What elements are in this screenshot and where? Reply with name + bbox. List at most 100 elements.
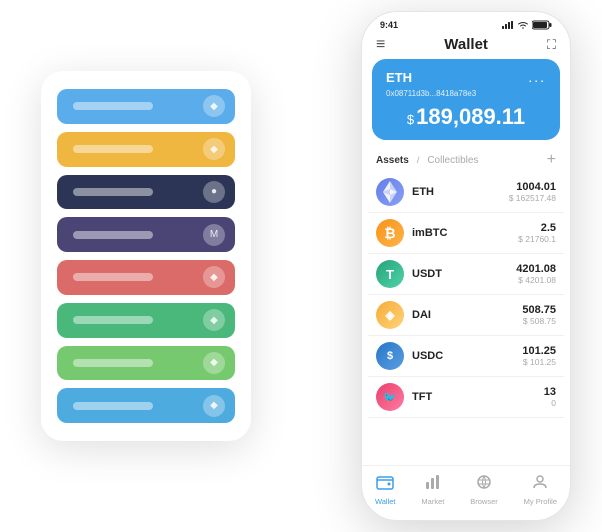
phone-header: ≡ Wallet ⛶ <box>362 34 570 59</box>
asset-tft-amount: 13 <box>544 386 556 398</box>
asset-usdc-values: 101.25 $ 101.25 <box>522 345 556 367</box>
asset-item-tft[interactable]: 🐦 TFT 13 0 <box>368 377 564 418</box>
tft-logo: 🐦 <box>376 383 404 411</box>
asset-usdc-usd: $ 101.25 <box>522 357 556 367</box>
market-nav-label: Market <box>421 497 444 506</box>
tft-icon: 🐦 <box>383 391 397 404</box>
back-card-5: ◆ <box>57 303 235 338</box>
asset-eth-values: 1004.01 $ 162517.48 <box>509 181 556 203</box>
card-line <box>73 273 153 281</box>
market-nav-icon <box>424 474 442 495</box>
asset-imbtc-usd: $ 21760.1 <box>518 234 556 244</box>
usdc-icon: $ <box>387 350 393 362</box>
asset-tft-usd: 0 <box>544 398 556 408</box>
asset-item-imbtc[interactable]: ₿ imBTC 2.5 $ 21760.1 <box>368 213 564 254</box>
status-icons <box>502 20 552 30</box>
usdt-icon: T <box>386 267 394 282</box>
back-card-1: ◆ <box>57 132 235 167</box>
browser-nav-icon <box>475 474 493 495</box>
asset-dai-name: DAI <box>412 309 522 321</box>
asset-usdt-name: USDT <box>412 268 516 280</box>
nav-wallet[interactable]: Wallet <box>375 474 396 506</box>
asset-tft-name: TFT <box>412 391 544 403</box>
expand-icon[interactable]: ⛶ <box>547 37 556 53</box>
card-icon: ◆ <box>203 266 225 288</box>
tab-collectibles[interactable]: Collectibles <box>427 155 478 166</box>
asset-usdt-usd: $ 4201.08 <box>516 275 556 285</box>
nav-market[interactable]: Market <box>421 474 444 506</box>
back-card-2: ● <box>57 175 235 210</box>
asset-usdt-amount: 4201.08 <box>516 263 556 275</box>
asset-imbtc-values: 2.5 $ 21760.1 <box>518 222 556 244</box>
menu-icon[interactable]: ≡ <box>376 37 385 53</box>
asset-dai-amount: 508.75 <box>522 304 556 316</box>
profile-nav-label: My Profile <box>524 497 557 506</box>
asset-tft-values: 13 0 <box>544 386 556 408</box>
eth-card-balance: $189,089.11 <box>386 104 546 130</box>
eth-card[interactable]: ETH ... 0x08711d3b...8418a78e3 $189,089.… <box>372 59 560 140</box>
tab-assets[interactable]: Assets <box>376 155 409 166</box>
dai-icon: ◈ <box>385 308 394 322</box>
card-line <box>73 316 153 324</box>
asset-tft-info: TFT <box>412 391 544 403</box>
phone: 9:41 <box>361 11 571 521</box>
asset-usdt-info: USDT <box>412 268 516 280</box>
card-icon: ◆ <box>203 138 225 160</box>
imbtc-icon: ₿ <box>384 225 395 241</box>
asset-eth-name: ETH <box>412 186 509 198</box>
tab-separator: / <box>417 155 420 165</box>
asset-dai-info: DAI <box>412 309 522 321</box>
asset-list: ETH 1004.01 $ 162517.48 ₿ imBTC 2.5 $ 21… <box>362 172 570 465</box>
assets-tabs: Assets / Collectibles <box>376 155 478 166</box>
nav-browser[interactable]: Browser <box>470 474 498 506</box>
asset-item-usdc[interactable]: $ USDC 101.25 $ 101.25 <box>368 336 564 377</box>
add-asset-icon[interactable]: + <box>547 152 556 168</box>
asset-dai-values: 508.75 $ 508.75 <box>522 304 556 326</box>
card-line <box>73 102 153 110</box>
asset-usdt-values: 4201.08 $ 4201.08 <box>516 263 556 285</box>
card-icon: ● <box>203 181 225 203</box>
wifi-icon <box>518 21 528 29</box>
imbtc-logo: ₿ <box>376 219 404 247</box>
scene: ◆ ◆ ● M ◆ ◆ ◆ ◆ 9:41 <box>11 11 591 521</box>
asset-eth-amount: 1004.01 <box>509 181 556 193</box>
asset-item-usdt[interactable]: T USDT 4201.08 $ 4201.08 <box>368 254 564 295</box>
asset-usdc-name: USDC <box>412 350 522 362</box>
asset-usdc-amount: 101.25 <box>522 345 556 357</box>
time-label: 9:41 <box>380 20 398 30</box>
asset-eth-info: ETH <box>412 186 509 198</box>
card-line <box>73 402 153 410</box>
card-icon: ◆ <box>203 395 225 417</box>
card-icon: ◆ <box>203 352 225 374</box>
eth-card-address: 0x08711d3b...8418a78e3 <box>386 89 546 98</box>
card-icon: ◆ <box>203 95 225 117</box>
dai-logo: ◈ <box>376 301 404 329</box>
status-bar: 9:41 <box>362 12 570 34</box>
asset-item-dai[interactable]: ◈ DAI 508.75 $ 508.75 <box>368 295 564 336</box>
wallet-title: Wallet <box>444 36 488 53</box>
back-card-6: ◆ <box>57 346 235 381</box>
asset-imbtc-info: imBTC <box>412 227 518 239</box>
back-card-7: ◆ <box>57 388 235 423</box>
card-icon: ◆ <box>203 309 225 331</box>
asset-usdc-info: USDC <box>412 350 522 362</box>
card-line <box>73 145 153 153</box>
signal-icon <box>502 21 514 29</box>
card-line <box>73 231 153 239</box>
back-panel: ◆ ◆ ● M ◆ ◆ ◆ ◆ <box>41 71 251 441</box>
eth-logo <box>376 178 404 206</box>
balance-amount: 189,089.11 <box>416 104 525 129</box>
card-line <box>73 188 153 196</box>
asset-dai-usd: $ 508.75 <box>522 316 556 326</box>
wallet-nav-icon <box>376 474 394 495</box>
back-card-0: ◆ <box>57 89 235 124</box>
nav-profile[interactable]: My Profile <box>524 474 557 506</box>
eth-card-name: ETH <box>386 70 412 85</box>
card-icon: M <box>203 224 225 246</box>
usdc-logo: $ <box>376 342 404 370</box>
browser-nav-label: Browser <box>470 497 498 506</box>
assets-header: Assets / Collectibles + <box>362 148 570 172</box>
eth-card-more[interactable]: ... <box>528 69 546 85</box>
asset-eth-usd: $ 162517.48 <box>509 193 556 203</box>
asset-item-eth[interactable]: ETH 1004.01 $ 162517.48 <box>368 172 564 213</box>
